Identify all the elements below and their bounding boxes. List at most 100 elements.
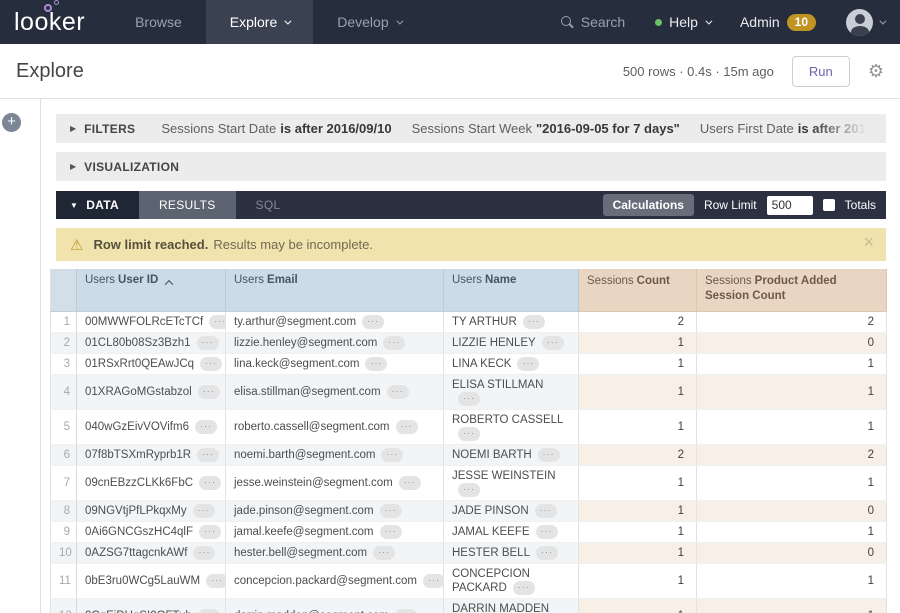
column-header-name[interactable]: UsersName bbox=[444, 269, 579, 311]
cell-menu-icon[interactable]: ··· bbox=[458, 392, 480, 406]
cell-menu-icon[interactable]: ··· bbox=[193, 546, 215, 560]
column-header-product-added-session-count[interactable]: SessionsProduct Added Session Count bbox=[697, 269, 887, 311]
cell-menu-icon[interactable]: ··· bbox=[523, 315, 545, 329]
cell-menu-icon[interactable]: ··· bbox=[199, 476, 221, 490]
cell-menu-icon[interactable]: ··· bbox=[365, 357, 387, 371]
account-menu[interactable] bbox=[846, 9, 884, 36]
filter-list: Sessions Start Dateis after 2016/09/10 Se… bbox=[161, 121, 886, 136]
email-cell: jesse.weinstein@segment.com··· bbox=[226, 465, 444, 500]
cell-menu-icon[interactable]: ··· bbox=[195, 420, 217, 434]
cell-menu-icon[interactable]: ··· bbox=[458, 427, 480, 441]
product-added-count-cell: 1 bbox=[697, 598, 887, 613]
cell-menu-icon[interactable]: ··· bbox=[423, 574, 444, 588]
tab-sql[interactable]: SQL bbox=[236, 191, 301, 219]
cell-menu-icon[interactable]: ··· bbox=[536, 546, 558, 560]
cell-menu-icon[interactable]: ··· bbox=[200, 357, 222, 371]
filters-label: FILTERS bbox=[84, 122, 135, 136]
visualization-section[interactable]: ▶ VISUALIZATION bbox=[56, 152, 886, 181]
name-cell: JAMAL KEEFE··· bbox=[444, 521, 579, 542]
cell-menu-icon[interactable]: ··· bbox=[383, 336, 405, 350]
avatar bbox=[846, 9, 873, 36]
email-cell: jamal.keefe@segment.com··· bbox=[226, 521, 444, 542]
cell-menu-icon[interactable]: ··· bbox=[381, 448, 403, 462]
email-cell: noemi.barth@segment.com··· bbox=[226, 444, 444, 465]
table-row: 8 09NGVtjPfLPkqxMy··· jade.pinson@segmen… bbox=[51, 500, 887, 521]
email-cell: jade.pinson@segment.com··· bbox=[226, 500, 444, 521]
help-menu[interactable]: Help bbox=[655, 14, 710, 30]
filter-item[interactable]: Sessions Start Week"2016-09-05 for 7 day… bbox=[412, 121, 680, 136]
cell-menu-icon[interactable]: ··· bbox=[198, 609, 220, 613]
cell-menu-icon[interactable]: ··· bbox=[535, 504, 557, 518]
column-header-user-id[interactable]: UsersUser ID bbox=[77, 269, 226, 311]
add-field-button[interactable]: + bbox=[2, 113, 21, 132]
cell-menu-icon[interactable]: ··· bbox=[380, 504, 402, 518]
email-cell: lina.keck@segment.com··· bbox=[226, 353, 444, 374]
user-id-cell: 01CL80b08Sz3Bzh1··· bbox=[77, 332, 226, 353]
cell-menu-icon[interactable]: ··· bbox=[536, 525, 558, 539]
cell-menu-icon[interactable]: ··· bbox=[362, 315, 384, 329]
close-icon[interactable]: × bbox=[863, 232, 874, 253]
product-added-count-cell: 2 bbox=[697, 311, 887, 332]
row-number-header bbox=[51, 269, 77, 311]
cell-menu-icon[interactable]: ··· bbox=[373, 546, 395, 560]
page-header: Explore 500 rows · 0.4s · 15m ago Run ⚙ bbox=[0, 44, 900, 99]
cell-menu-icon[interactable]: ··· bbox=[380, 525, 402, 539]
nav-item-develop[interactable]: Develop bbox=[313, 0, 424, 44]
cell-menu-icon[interactable]: ··· bbox=[199, 525, 221, 539]
cell-menu-icon[interactable]: ··· bbox=[198, 385, 220, 399]
user-id-cell: 00MWWFOLRcETcTCf··· bbox=[77, 311, 226, 332]
cell-menu-icon[interactable]: ··· bbox=[206, 574, 225, 588]
row-limit-input[interactable] bbox=[767, 196, 813, 215]
cell-menu-icon[interactable]: ··· bbox=[387, 385, 409, 399]
nav-item-browse[interactable]: Browse bbox=[111, 0, 206, 44]
column-header-email[interactable]: UsersEmail bbox=[226, 269, 444, 311]
user-id-cell: 0CqEiDUgSI0OFTxh··· bbox=[77, 598, 226, 613]
warning-title: Row limit reached. bbox=[93, 237, 208, 252]
cell-menu-icon[interactable]: ··· bbox=[396, 420, 418, 434]
user-id-cell: 01XRAGoMGstabzol··· bbox=[77, 374, 226, 409]
cell-menu-icon[interactable]: ··· bbox=[517, 357, 539, 371]
nav-item-explore[interactable]: Explore bbox=[206, 0, 313, 44]
left-divider bbox=[40, 99, 41, 613]
cell-menu-icon[interactable]: ··· bbox=[542, 336, 564, 350]
status-dot-icon bbox=[655, 19, 662, 26]
cell-menu-icon[interactable]: ··· bbox=[209, 315, 225, 329]
email-cell: elisa.stillman@segment.com··· bbox=[226, 374, 444, 409]
product-added-count-cell: 1 bbox=[697, 409, 887, 444]
run-button[interactable]: Run bbox=[792, 56, 850, 87]
user-id-cell: 0bE3ru0WCg5LauWM··· bbox=[77, 563, 226, 598]
email-cell: lizzie.henley@segment.com··· bbox=[226, 332, 444, 353]
email-cell: ty.arthur@segment.com··· bbox=[226, 311, 444, 332]
sort-asc-icon bbox=[165, 280, 173, 288]
cell-menu-icon[interactable]: ··· bbox=[458, 483, 480, 497]
page-title: Explore bbox=[16, 60, 84, 83]
product-added-count-cell: 1 bbox=[697, 465, 887, 500]
admin-menu[interactable]: Admin 10 bbox=[740, 14, 816, 31]
gear-icon[interactable]: ⚙ bbox=[868, 62, 884, 80]
row-limit-label: Row Limit bbox=[704, 198, 757, 212]
cell-menu-icon[interactable]: ··· bbox=[513, 581, 535, 595]
row-number: 1 bbox=[51, 311, 77, 332]
row-number: 12 bbox=[51, 598, 77, 613]
column-header-sessions-count[interactable]: SessionsCount bbox=[579, 269, 697, 311]
cell-menu-icon[interactable]: ··· bbox=[399, 476, 421, 490]
cell-menu-icon[interactable]: ··· bbox=[395, 609, 417, 613]
cell-menu-icon[interactable]: ··· bbox=[193, 504, 215, 518]
sessions-count-cell: 1 bbox=[579, 409, 697, 444]
row-number: 4 bbox=[51, 374, 77, 409]
row-limit-warning-banner: ⚠ Row limit reached. Results may be inco… bbox=[56, 228, 886, 261]
cell-menu-icon[interactable]: ··· bbox=[197, 448, 219, 462]
filter-item[interactable]: Sessions Start Dateis after 2016/09/10 bbox=[161, 121, 391, 136]
filters-section[interactable]: ▶ FILTERS Sessions Start Dateis after 20… bbox=[56, 114, 886, 143]
search-button[interactable]: Search bbox=[560, 14, 625, 30]
cell-menu-icon[interactable]: ··· bbox=[538, 448, 560, 462]
table-row: 2 01CL80b08Sz3Bzh1··· lizzie.henley@segm… bbox=[51, 332, 887, 353]
data-section-toggle[interactable]: ▼ DATA bbox=[56, 191, 139, 219]
query-stats: 500 rows · 0.4s · 15m ago bbox=[623, 64, 774, 79]
totals-checkbox[interactable] bbox=[823, 199, 835, 211]
name-cell: JADE PINSON··· bbox=[444, 500, 579, 521]
calculations-button[interactable]: Calculations bbox=[603, 194, 694, 216]
looker-logo[interactable]: looker bbox=[0, 0, 111, 44]
cell-menu-icon[interactable]: ··· bbox=[197, 336, 219, 350]
tab-results[interactable]: RESULTS bbox=[139, 191, 236, 219]
